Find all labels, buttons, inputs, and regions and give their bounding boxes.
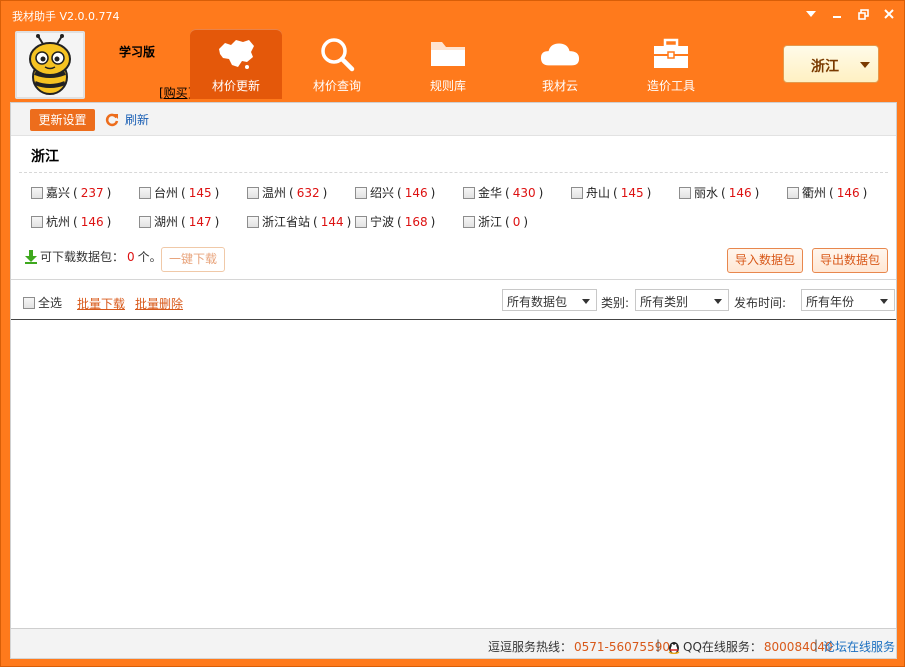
toolbox-icon: [651, 35, 691, 73]
main-content: 更新设置 刷新 浙江 嘉兴(237) 台州(145) 温州(632) 绍兴(14…: [10, 102, 897, 629]
status-separator: |: [814, 638, 819, 652]
bee-logo-icon: [15, 31, 85, 99]
refresh-label: 刷新: [125, 113, 150, 127]
select-all-checkbox[interactable]: 全选: [23, 294, 62, 311]
qq-label: QQ在线服务：: [683, 640, 762, 654]
status-bar: 逗逗服务热线： 0571-56075590 | QQ在线服务： 80008404…: [10, 629, 897, 659]
nav-tab-label: 材价查询: [312, 79, 361, 93]
checkbox[interactable]: [247, 186, 259, 199]
checkbox[interactable]: [679, 186, 691, 199]
category-filter-select[interactable]: 所有类别: [635, 289, 729, 311]
download-unit: 个。: [137, 250, 162, 264]
title-bar[interactable]: 我材助手 V2.0.0.774: [1, 1, 904, 27]
menu-dropdown-icon[interactable]: [804, 7, 818, 21]
nav-tab-label: 规则库: [429, 79, 466, 93]
chevron-down-icon: [880, 299, 888, 304]
city-checkbox-wenzhou[interactable]: 温州(632): [247, 184, 327, 201]
china-map-icon: [216, 35, 256, 73]
filter-bar: 全选 批量下载 批量删除 所有数据包 类别: 所有类别 发布时间: 所有年份: [11, 286, 896, 320]
checkbox[interactable]: [139, 186, 151, 199]
forum-service-link[interactable]: 论坛在线服务: [823, 638, 895, 655]
nav-tab-price-update[interactable]: 材价更新: [190, 29, 282, 99]
city-checkbox-jiaxing[interactable]: 嘉兴(237): [31, 184, 111, 201]
nav-tab-price-query[interactable]: 材价查询: [291, 29, 383, 99]
app-title: 我材助手 V2.0.0.774: [12, 10, 120, 23]
city-checkbox-shaoxing[interactable]: 绍兴(146): [355, 184, 435, 201]
checkbox[interactable]: [355, 186, 367, 199]
divider: [11, 279, 896, 280]
category-label: 类别:: [601, 296, 630, 310]
date-filter-select[interactable]: 所有年份: [801, 289, 895, 311]
checkbox[interactable]: [139, 215, 151, 228]
city-checkbox-lishui[interactable]: 丽水(146): [679, 184, 759, 201]
package-filter-value: 所有数据包: [507, 295, 568, 309]
city-checkbox-huzhou[interactable]: 湖州(147): [139, 213, 219, 230]
batch-delete-link[interactable]: 批量删除: [135, 295, 183, 312]
date-label: 发布时间:: [734, 296, 787, 310]
nav-tab-label: 我材云: [541, 79, 578, 93]
city-checkbox-ningbo[interactable]: 宁波(168): [355, 213, 435, 230]
edition-label: 学习版: [119, 45, 156, 59]
update-settings-button[interactable]: 更新设置: [30, 109, 95, 131]
download-label: 可下载数据包：: [40, 250, 125, 264]
nav-tab-label: 材价更新: [211, 79, 260, 93]
minimize-icon[interactable]: [830, 7, 844, 21]
checkbox[interactable]: [31, 215, 43, 228]
refresh-button[interactable]: 刷新: [105, 111, 149, 128]
qq-penguin-icon: [668, 641, 680, 654]
city-checkbox-taizhou[interactable]: 台州(145): [139, 184, 219, 201]
city-checkbox-hangzhou[interactable]: 杭州(146): [31, 213, 111, 230]
category-filter-value: 所有类别: [640, 295, 689, 309]
folder-icon: [428, 35, 468, 73]
region-title: 浙江: [31, 149, 59, 165]
refresh-icon: [105, 113, 119, 126]
chevron-down-icon: [582, 299, 590, 304]
checkbox[interactable]: [23, 296, 35, 309]
download-info: 可下载数据包： 0 个。: [25, 248, 162, 265]
nav-tab-rules-library[interactable]: 规则库: [402, 29, 494, 99]
checkbox[interactable]: [463, 186, 475, 199]
magnifier-icon: [317, 35, 357, 73]
city-checkbox-zhoushan[interactable]: 舟山(145): [571, 184, 651, 201]
checkbox[interactable]: [31, 186, 43, 199]
checkbox[interactable]: [355, 215, 367, 228]
nav-tab-cost-tools[interactable]: 造价工具: [625, 29, 717, 99]
download-arrow-icon: [25, 249, 37, 264]
cloud-icon: [540, 35, 580, 73]
qq-service[interactable]: QQ在线服务： 800084040: [667, 638, 833, 655]
import-package-button[interactable]: 导入数据包: [727, 248, 803, 273]
package-filter-select[interactable]: 所有数据包: [502, 289, 597, 311]
hotline-info: 逗逗服务热线： 0571-56075590: [488, 638, 670, 655]
batch-download-link[interactable]: 批量下载: [77, 295, 125, 312]
select-all-label: 全选: [38, 296, 63, 310]
restore-icon[interactable]: [856, 7, 870, 21]
chevron-down-icon: [714, 299, 722, 304]
date-filter-value: 所有年份: [806, 295, 855, 309]
region-selector-value: 浙江: [811, 59, 839, 75]
checkbox[interactable]: [247, 215, 259, 228]
toolbar: 更新设置 刷新: [11, 103, 896, 136]
checkbox[interactable]: [787, 186, 799, 199]
nav-tab-my-cloud[interactable]: 我材云: [514, 29, 606, 99]
city-checkbox-quzhou[interactable]: 衢州(146): [787, 184, 867, 201]
checkbox[interactable]: [571, 186, 583, 199]
hotline-label: 逗逗服务热线：: [488, 640, 573, 654]
download-count: 0: [127, 249, 135, 264]
city-checkbox-zhejiang[interactable]: 浙江(0): [463, 213, 528, 230]
close-icon[interactable]: [882, 7, 896, 21]
city-checkbox-jinhua[interactable]: 金华(430): [463, 184, 543, 201]
chevron-down-icon: [860, 62, 870, 68]
window-controls: [804, 7, 896, 21]
export-package-button[interactable]: 导出数据包: [812, 248, 888, 273]
app-window: 我材助手 V2.0.0.774 学习版 [购买] 材价更新 材价查询 规则库 我…: [0, 0, 905, 667]
one-key-download-button[interactable]: 一键下载: [161, 247, 225, 272]
divider: [19, 172, 888, 173]
nav-tab-label: 造价工具: [646, 79, 695, 93]
buy-link[interactable]: [购买]: [159, 84, 192, 101]
status-separator: |: [656, 638, 661, 652]
region-selector[interactable]: 浙江: [783, 45, 879, 83]
city-checkbox-zhejiang-station[interactable]: 浙江省站(144): [247, 213, 351, 230]
checkbox[interactable]: [463, 215, 475, 228]
